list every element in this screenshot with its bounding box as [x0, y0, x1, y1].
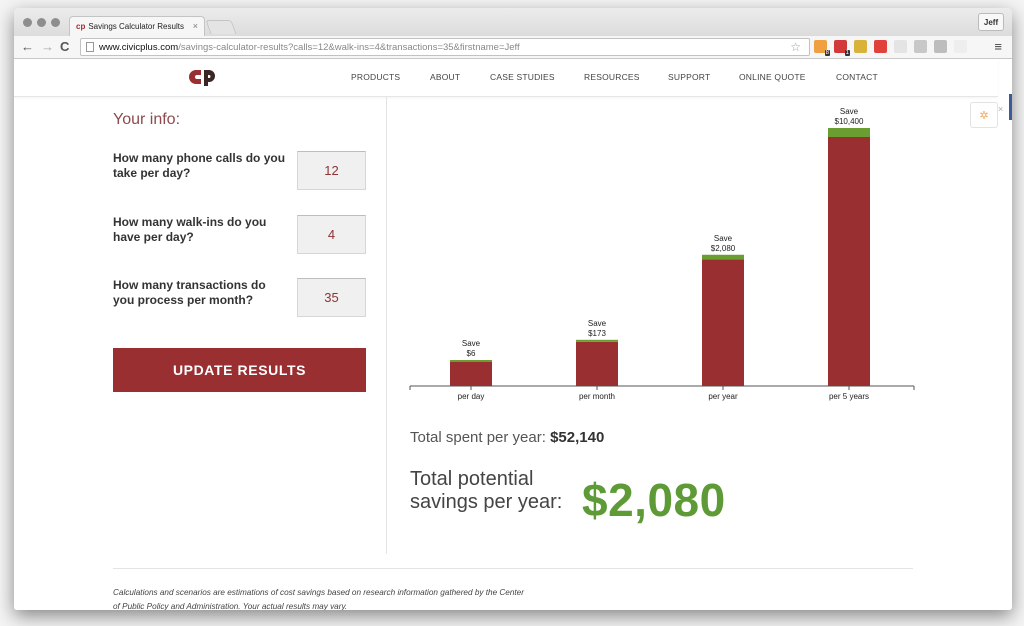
tab-title: Savings Calculator Results	[88, 22, 184, 31]
x-tick-label: per month	[579, 392, 615, 401]
address-bar[interactable]: www.civicplus.com/savings-calculator-res…	[80, 38, 810, 56]
phone-calls-label: How many phone calls do you take per day…	[113, 151, 286, 180]
browser-window: cp Savings Calculator Results × Jeff ← →…	[14, 8, 1012, 610]
grammarly-extension-icon[interactable]	[914, 40, 927, 53]
bar-savings-0	[450, 360, 492, 362]
nav-case-studies[interactable]: CASE STUDIES	[490, 72, 555, 82]
web-page: PRODUCTS ABOUT CASE STUDIES RESOURCES SU…	[14, 59, 1012, 610]
nav-resources[interactable]: RESOURCES	[584, 72, 640, 82]
bar-cost-3	[828, 137, 870, 386]
civicplus-logo[interactable]	[188, 67, 218, 87]
profile-button[interactable]: Jeff	[978, 13, 1004, 31]
hubspot-chat-icon[interactable]: ✲	[970, 102, 998, 128]
data-label-value: $2,080	[711, 244, 736, 253]
civicplus-favicon-icon: cp	[76, 22, 86, 31]
back-arrow-icon[interactable]: ←	[21, 39, 34, 55]
tab-savings-calculator[interactable]: cp Savings Calculator Results ×	[69, 16, 205, 36]
savings-bar-chart: Save$6per daySave$173per monthSave$2,080…	[409, 107, 915, 401]
walk-ins-input[interactable]: 4	[297, 215, 366, 254]
hubspot-extension-icon[interactable]: 8	[814, 40, 830, 56]
total-spent-label: Total spent per year:	[410, 429, 546, 446]
tab-close-icon[interactable]: ×	[193, 21, 198, 31]
new-tab-button[interactable]	[205, 20, 237, 34]
bar-cost-2	[702, 259, 744, 386]
x-tick-label: per 5 years	[829, 392, 869, 401]
footer-divider	[113, 568, 913, 569]
cloud-extension-icon[interactable]	[894, 40, 907, 53]
site-nav: PRODUCTS ABOUT CASE STUDIES RESOURCES SU…	[14, 59, 998, 97]
data-label-value: $173	[588, 329, 606, 338]
scrollbar[interactable]	[1009, 94, 1012, 120]
bar-cost-1	[576, 341, 618, 386]
bar-savings-1	[576, 339, 618, 342]
bookmark-star-icon[interactable]: ☆	[790, 40, 801, 54]
chat-extension-icon[interactable]	[854, 40, 867, 53]
note-extension-icon[interactable]	[934, 40, 947, 53]
disclaimer: Calculations and scenarios are estimatio…	[113, 588, 524, 610]
minimize-window-button[interactable]	[37, 18, 46, 27]
browser-toolbar: ← → C www.civicplus.com/savings-calculat…	[14, 36, 1012, 59]
maximize-window-button[interactable]	[51, 18, 60, 27]
data-label-save: Save	[588, 319, 607, 328]
column-divider	[386, 97, 387, 554]
savings-label: Total potential savings per year:	[410, 468, 563, 513]
extension-badge: 1	[844, 50, 850, 56]
menu-icon[interactable]: ≡	[994, 39, 1002, 54]
update-results-button[interactable]: UPDATE RESULTS	[113, 348, 366, 392]
transactions-label: How many transactions do you process per…	[113, 278, 266, 307]
form-heading: Your info:	[113, 111, 181, 128]
x-tick-label: per year	[708, 392, 738, 401]
data-label-save: Save	[840, 107, 859, 116]
adblock-extension-icon[interactable]: 1	[834, 40, 850, 56]
nav-about[interactable]: ABOUT	[430, 72, 460, 82]
data-label-save: Save	[462, 339, 481, 348]
bar-savings-2	[702, 254, 744, 260]
hubspot-close-icon[interactable]: ×	[998, 104, 1003, 114]
url-domain: www.civicplus.com	[99, 41, 179, 53]
extension-badge: 8	[824, 50, 830, 56]
forward-arrow-icon[interactable]: →	[41, 39, 54, 55]
nav-online-quote[interactable]: ONLINE QUOTE	[739, 72, 806, 82]
total-spent-value: $52,140	[550, 429, 605, 446]
total-spent: Total spent per year: $52,140	[410, 429, 604, 446]
page-icon	[86, 42, 94, 52]
url-path: /savings-calculator-results?calls=12&wal…	[178, 41, 520, 53]
x-tick-label: per day	[458, 392, 485, 401]
savings-value: $2,080	[582, 474, 726, 526]
nav-contact[interactable]: CONTACT	[836, 72, 878, 82]
data-label-save: Save	[714, 234, 733, 243]
filter-extension-icon[interactable]	[954, 40, 967, 53]
reload-icon[interactable]: C	[60, 39, 69, 55]
data-label-value: $10,400	[835, 117, 864, 126]
transactions-input[interactable]: 35	[297, 278, 366, 317]
data-label-value: $6	[467, 349, 476, 358]
nav-support[interactable]: SUPPORT	[668, 72, 710, 82]
walk-ins-label: How many walk-ins do you have per day?	[113, 215, 267, 244]
close-window-button[interactable]	[23, 18, 32, 27]
opera-extension-icon[interactable]	[874, 40, 887, 53]
title-bar: cp Savings Calculator Results × Jeff	[14, 8, 1012, 36]
nav-products[interactable]: PRODUCTS	[351, 72, 400, 82]
desktop: cp Savings Calculator Results × Jeff ← →…	[0, 0, 1024, 626]
bar-savings-3	[828, 128, 870, 137]
bar-cost-0	[450, 362, 492, 386]
phone-calls-input[interactable]: 12	[297, 151, 366, 190]
